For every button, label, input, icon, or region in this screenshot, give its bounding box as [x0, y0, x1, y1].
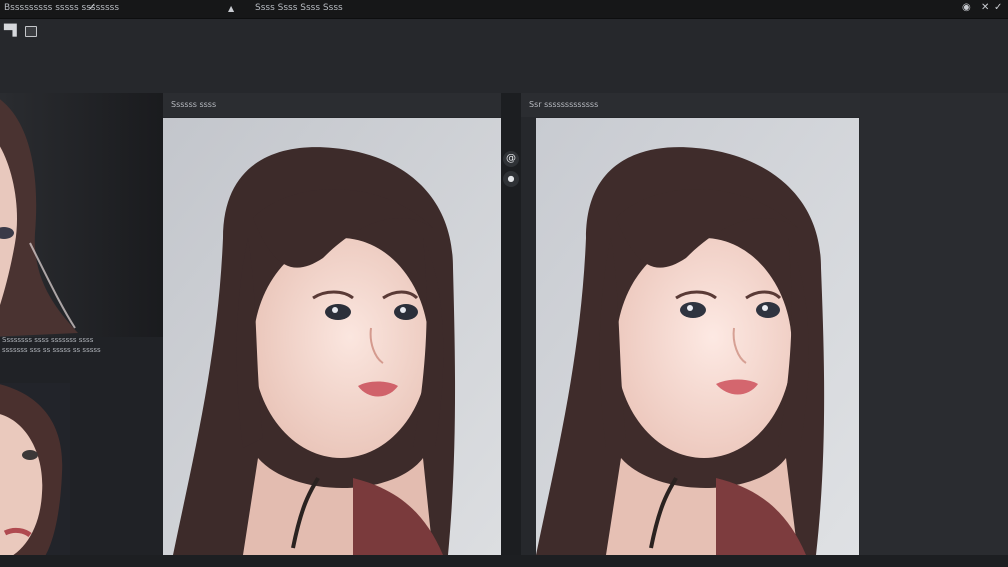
panel-left-header: Ssssss ssss — [163, 93, 501, 117]
pin-icon[interactable]: ✓ — [88, 2, 96, 13]
brush-icon[interactable]: ▀▌ — [4, 24, 21, 37]
original-image-canvas[interactable] — [163, 118, 501, 555]
settings-icon[interactable]: ◉ — [962, 2, 971, 13]
panel-right-label: Ssr sssssssssssss — [529, 100, 599, 109]
title-bar: Bsssssssss sssss ssssssss ✓ ▲ Ssss Ssss … — [0, 0, 1008, 19]
right-empty-area — [860, 93, 1008, 563]
dot-icon[interactable]: ● — [503, 171, 519, 187]
thumbnail-image-1[interactable] — [0, 93, 163, 337]
panel-right-header: Ssr sssssssssssss — [521, 93, 860, 117]
toolbar: ▀▌ — [0, 19, 1008, 89]
panel-left-label: Ssssss ssss — [171, 100, 217, 109]
frame-icon[interactable] — [25, 26, 37, 37]
app-title: Bsssssssss sssss ssssssss — [4, 3, 120, 13]
thumbnail-strip: Ssssssss ssss sssssss ssss sssssss sss s… — [0, 93, 163, 563]
thumbnail-image-2[interactable] — [0, 383, 70, 563]
thumbnail-caption: Ssssssss ssss sssssss ssss — [2, 336, 94, 344]
close-icon[interactable]: ✕ — [981, 2, 989, 13]
status-bar — [0, 555, 1008, 567]
thumbnail-caption: sssssss sss ss sssss ss sssss — [2, 346, 101, 354]
menu-text[interactable]: Ssss Ssss Ssss Ssss — [255, 3, 343, 13]
result-image-canvas[interactable] — [536, 118, 859, 555]
check-icon[interactable]: ✓ — [994, 2, 1002, 13]
swirl-icon[interactable]: @ — [503, 151, 519, 167]
bell-icon[interactable]: ▲ — [228, 4, 234, 13]
